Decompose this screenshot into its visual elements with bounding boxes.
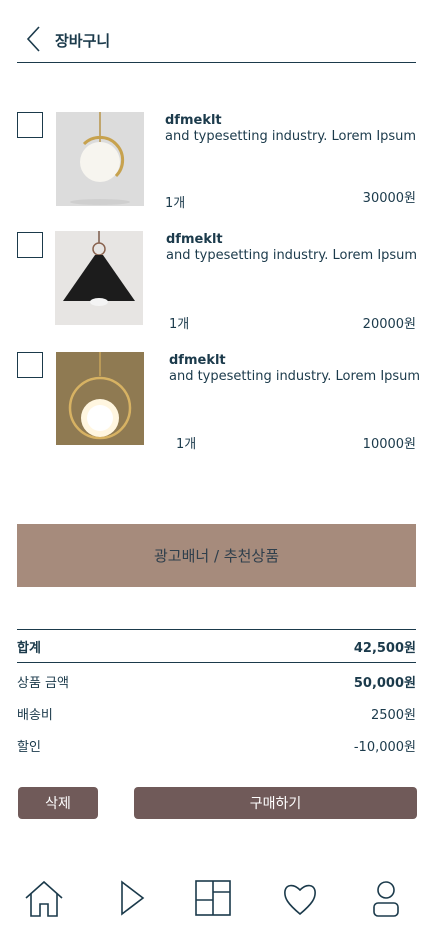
product-description: and typesetting industry. Lorem Ipsum (165, 129, 417, 144)
item-checkbox[interactable] (17, 112, 43, 138)
bottom-nav (0, 870, 428, 926)
product-price: 20000원 (362, 317, 416, 332)
goods-amount-row: 상품 금액 50,000원 (17, 665, 416, 697)
order-summary: 합계 42,500원 상품 금액 50,000원 배송비 2500원 할인 -1… (17, 629, 416, 761)
delete-button[interactable]: 삭제 (18, 787, 98, 819)
shipping-row: 배송비 2500원 (17, 697, 416, 729)
product-quantity: 1개 (165, 196, 186, 211)
product-name: dfmeklt (166, 232, 223, 247)
page-title: 장바구니 (55, 32, 111, 50)
product-description: and typesetting industry. Lorem Ipsum (169, 369, 421, 384)
play-icon (121, 880, 145, 916)
product-price: 30000원 (362, 191, 416, 206)
product-name: dfmeklt (169, 353, 226, 368)
discount-label: 할인 (17, 739, 41, 755)
user-icon (373, 881, 399, 917)
home-icon (25, 880, 63, 917)
total-value: 42,500원 (353, 640, 416, 656)
total-row: 합계 42,500원 (17, 629, 416, 663)
total-label: 합계 (17, 640, 41, 656)
heart-icon (284, 884, 316, 916)
header: 장바구니 (17, 22, 416, 63)
nav-home[interactable] (22, 876, 66, 920)
product-price: 10000원 (362, 437, 416, 452)
product-description: and typesetting industry. Lorem Ipsum (166, 248, 418, 263)
nav-play[interactable] (110, 876, 154, 920)
nav-grid[interactable] (191, 876, 235, 920)
back-button[interactable] (21, 24, 45, 54)
nav-favorites[interactable] (278, 876, 322, 920)
product-name: dfmeklt (165, 113, 222, 128)
buy-button[interactable]: 구매하기 (134, 787, 417, 819)
ad-banner[interactable]: 광고배너 / 추천상품 (17, 524, 416, 587)
cart-item: dfmeklt and typesetting industry. Lorem … (0, 112, 428, 212)
product-image (56, 112, 144, 206)
item-checkbox[interactable] (17, 352, 43, 378)
cart-item: dfmeklt and typesetting industry. Lorem … (0, 231, 428, 332)
product-image (56, 352, 144, 445)
item-checkbox[interactable] (17, 232, 43, 258)
discount-row: 할인 -10,000원 (17, 729, 416, 761)
discount-value: -10,000원 (353, 739, 416, 755)
grid-icon (195, 880, 231, 916)
product-image (55, 231, 143, 325)
chevron-left-icon (26, 26, 40, 52)
goods-amount-value: 50,000원 (353, 675, 416, 691)
nav-profile[interactable] (364, 876, 408, 920)
cart-item: dfmeklt and typesetting industry. Lorem … (0, 352, 428, 452)
goods-amount-label: 상품 금액 (17, 675, 69, 691)
product-quantity: 1개 (176, 437, 197, 452)
banner-label: 광고배너 / 추천상품 (154, 547, 279, 565)
product-quantity: 1개 (169, 317, 190, 332)
shipping-label: 배송비 (17, 707, 53, 723)
shipping-value: 2500원 (370, 707, 416, 723)
